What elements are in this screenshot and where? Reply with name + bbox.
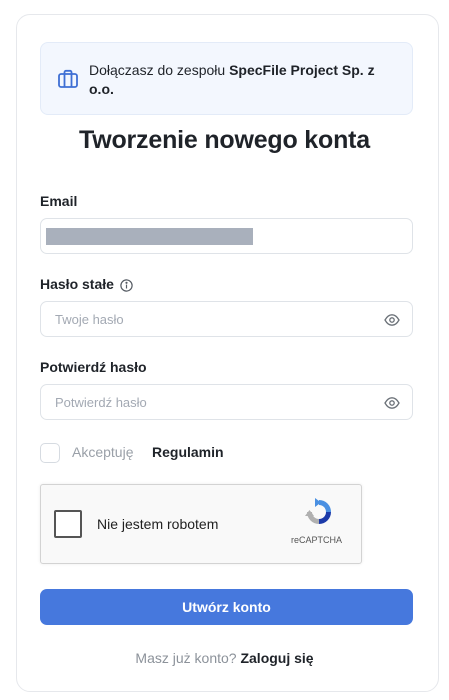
recaptcha-brand: reCAPTCHA bbox=[291, 535, 343, 545]
team-invite-notice: Dołączasz do zespołu SpecFile Project Sp… bbox=[40, 42, 413, 115]
confirm-password-field[interactable]: Potwierdź hasło bbox=[40, 384, 413, 420]
confirm-password-label: Potwierdź hasło bbox=[40, 359, 147, 375]
password-field[interactable]: Twoje hasło bbox=[40, 301, 413, 337]
login-link[interactable]: Zaloguj się bbox=[240, 650, 313, 666]
notice-text: Dołączasz do zespołu SpecFile Project Sp… bbox=[89, 61, 399, 99]
eye-icon[interactable] bbox=[384, 313, 400, 327]
email-redacted-value bbox=[46, 228, 253, 245]
eye-icon[interactable] bbox=[384, 396, 400, 410]
create-account-button[interactable]: Utwórz konto bbox=[40, 589, 413, 625]
notice-prefix: Dołączasz do zespołu bbox=[89, 62, 230, 78]
recaptcha-widget: Nie jestem robotem reCAPTCHA bbox=[40, 484, 362, 564]
recaptcha-logo-icon bbox=[303, 496, 335, 528]
page-title: Tworzenie nowego konta bbox=[79, 126, 370, 154]
password-label: Hasło stałe bbox=[40, 276, 114, 292]
password-label-row: Hasło stałe bbox=[40, 276, 133, 292]
terms-checkbox[interactable] bbox=[40, 443, 60, 463]
login-question: Masz już konto? bbox=[135, 650, 237, 666]
info-icon[interactable] bbox=[120, 279, 133, 292]
confirm-password-placeholder: Potwierdź hasło bbox=[55, 395, 147, 410]
terms-accept-text: Akceptuję bbox=[72, 444, 134, 460]
recaptcha-label: Nie jestem robotem bbox=[97, 516, 219, 532]
recaptcha-checkbox[interactable] bbox=[54, 510, 82, 538]
email-label: Email bbox=[40, 193, 78, 209]
password-placeholder: Twoje hasło bbox=[55, 312, 124, 327]
email-field[interactable] bbox=[40, 218, 413, 254]
terms-link[interactable]: Regulamin bbox=[152, 444, 224, 460]
login-prompt: Masz już konto? Zaloguj się bbox=[0, 650, 449, 666]
briefcase-icon bbox=[57, 68, 79, 90]
